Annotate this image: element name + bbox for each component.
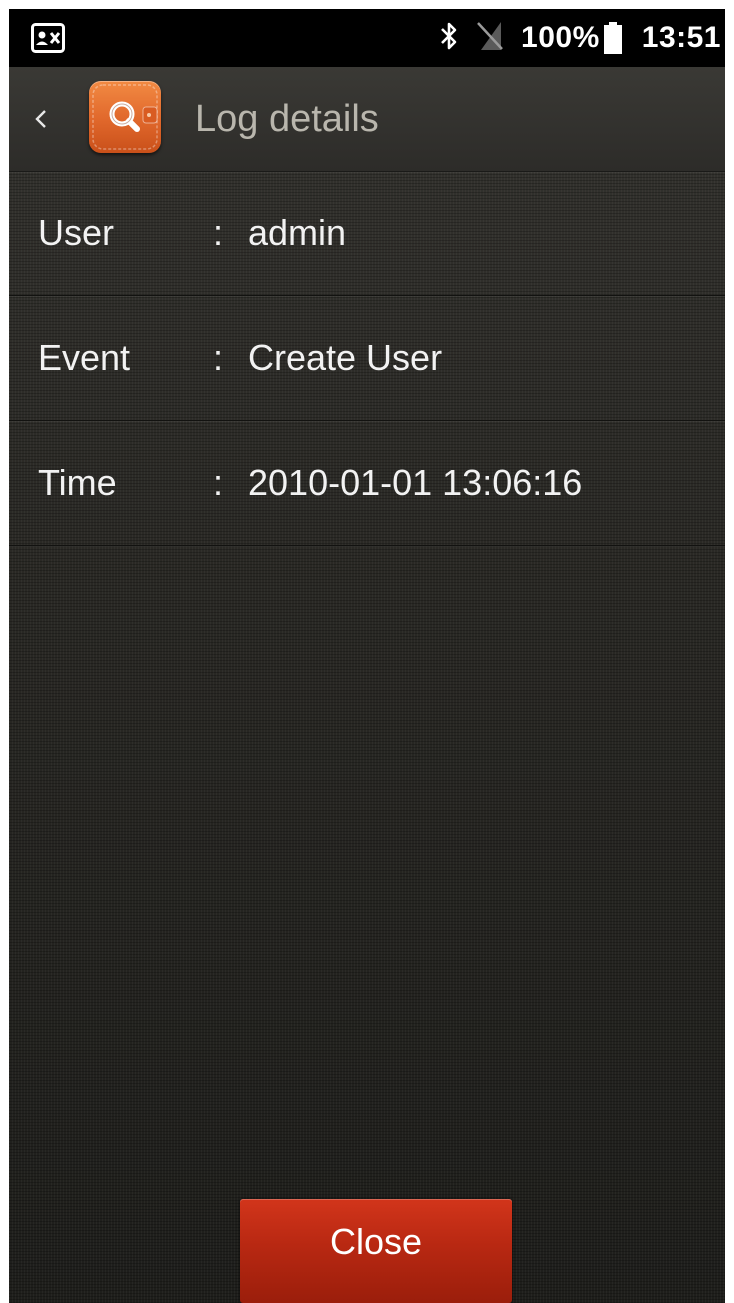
close-button[interactable]: Close	[240, 1199, 512, 1303]
detail-label: Time	[38, 462, 117, 503]
detail-value: admin	[248, 212, 347, 253]
log-details-list: User : admin Event : Create User Time : …	[9, 171, 725, 546]
detail-row-time: Time : 2010-01-01 13:06:16	[9, 421, 725, 546]
detail-value: 2010-01-01 13:06:16	[248, 462, 583, 503]
status-bar: 100% 13:51	[9, 9, 725, 67]
detail-separator: :	[213, 462, 224, 503]
detail-label: User	[38, 212, 115, 253]
log-search-icon	[89, 81, 161, 153]
battery-full-icon	[603, 22, 622, 54]
no-sim-icon	[475, 20, 505, 57]
detail-separator: :	[213, 337, 224, 378]
chevron-left-icon	[35, 110, 46, 128]
page-title: Log details	[195, 98, 379, 140]
back-button[interactable]	[23, 95, 59, 143]
detail-row-event: Event : Create User	[9, 296, 725, 421]
detail-value: Create User	[248, 337, 443, 378]
detail-separator: :	[213, 212, 224, 253]
action-bar: Log details	[9, 67, 725, 172]
detail-label: Event	[38, 337, 131, 378]
detail-row-user: User : admin	[9, 171, 725, 296]
bluetooth-icon	[439, 20, 459, 57]
battery-percent: 100%	[521, 21, 600, 54]
status-time: 13:51	[641, 21, 721, 54]
screen: 100% 13:51 Log details User: admin Even…	[9, 9, 725, 1303]
status-icons: 100% 13:51	[439, 9, 721, 67]
contact-card-icon	[31, 23, 65, 53]
